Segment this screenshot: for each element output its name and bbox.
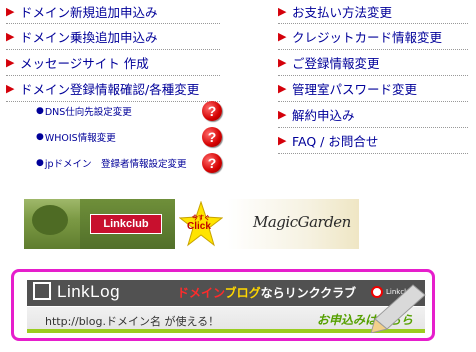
star-click-label: Click [187, 221, 211, 232]
menu-label: ドメイン乗換追加申込み [20, 30, 158, 45]
menu-payment-method[interactable]: ▶ お支払い方法変更 [278, 0, 468, 24]
arrow-icon: ▶ [6, 82, 15, 95]
arrow-icon: ▶ [278, 5, 287, 18]
arrow-icon: ▶ [6, 5, 15, 18]
menu-label: 解約申込み [292, 108, 355, 123]
help-icon[interactable]: ? [202, 153, 222, 173]
bullet-icon: ● [36, 158, 44, 168]
garden-photo [24, 199, 80, 249]
linkclub-logo: Linkclub [90, 214, 162, 234]
tagline-rest: ならリンククラブ [260, 286, 357, 300]
linklog-footer: http://blog.ドメイン名 が使える！ お申込みはこちら [27, 284, 426, 333]
arrow-icon: ▶ [6, 56, 15, 69]
bullet-icon: ● [36, 106, 44, 116]
magicgarden-brand: MagicGarden [227, 199, 359, 249]
sub-label: jpドメイン 登録者情報設定変更 [44, 159, 187, 170]
menu-registration-info[interactable]: ▶ ご登録情報変更 [278, 50, 468, 76]
menu-credit-card[interactable]: ▶ クレジットカード情報変更 [278, 24, 468, 50]
sub-label: WHOIS情報変更 [44, 133, 116, 144]
arrow-icon: ▶ [278, 82, 287, 95]
bullet-icon: ● [36, 132, 44, 142]
menu-label: ドメイン登録情報確認/各種変更 [20, 82, 200, 97]
linklog-header: LinkLog ドメインブログならリンククラブ Linkclub [27, 280, 425, 306]
click-star[interactable]: 今すぐ Click [175, 199, 227, 249]
arrow-icon: ▶ [6, 30, 15, 43]
linklog-wordmark: LinkLog [57, 282, 121, 301]
menu-admin-password[interactable]: ▶ 管理室パスワード変更 [278, 76, 468, 102]
menu-cancel[interactable]: ▶ 解約申込み [278, 102, 468, 128]
menu-domain-new[interactable]: ▶ ドメイン新規追加申込み [6, 0, 220, 24]
menu-faq[interactable]: ▶ FAQ / お問合せ [278, 128, 468, 154]
menu-label: クレジットカード情報変更 [292, 30, 443, 45]
tree-image [32, 205, 68, 235]
left-menu: ▶ ドメイン新規追加申込み ▶ ドメイン乗換追加申込み ▶ メッセージサイト 作… [6, 0, 220, 102]
right-menu: ▶ お支払い方法変更 ▶ クレジットカード情報変更 ▶ ご登録情報変更 ▶ 管理… [278, 0, 468, 154]
magicgarden-wordmark: MagicGarden [253, 213, 351, 231]
magicgarden-banner[interactable]: Linkclub 今すぐ Click MagicGarden [24, 199, 359, 249]
menu-label: メッセージサイト 作成 [20, 56, 149, 71]
arrow-icon: ▶ [278, 108, 287, 121]
pen-icon [370, 284, 426, 333]
sub-label: DNS仕向先設定変更 [44, 107, 132, 118]
help-icon[interactable]: ? [202, 127, 222, 147]
menu-message-site[interactable]: ▶ メッセージサイト 作成 [6, 50, 220, 76]
linklog-tagline: ドメインブログならリンククラブ [177, 284, 356, 301]
tagline-domain: ドメイン [177, 286, 225, 300]
menu-label: お支払い方法変更 [292, 5, 393, 20]
help-icon[interactable]: ? [202, 101, 222, 121]
menu-label: ドメイン新規追加申込み [20, 5, 158, 20]
tagline-blog: ブログ [224, 286, 261, 300]
arrow-icon: ▶ [278, 134, 287, 147]
menu-label: ご登録情報変更 [292, 56, 380, 71]
linklog-banner[interactable]: LinkLog ドメインブログならリンククラブ Linkclub http://… [11, 269, 435, 341]
arrow-icon: ▶ [278, 30, 287, 43]
arrow-icon: ▶ [278, 56, 287, 69]
linkclub-logo-panel: Linkclub [80, 199, 175, 249]
menu-label: FAQ / お問合せ [292, 134, 379, 149]
blog-url-text: http://blog.ドメイン名 が使える！ [45, 315, 220, 328]
linklog-mark-icon [33, 282, 51, 300]
menu-label: 管理室パスワード変更 [292, 82, 418, 97]
linklog-logo: LinkLog [33, 282, 120, 302]
menu-domain-transfer[interactable]: ▶ ドメイン乗換追加申込み [6, 24, 220, 50]
